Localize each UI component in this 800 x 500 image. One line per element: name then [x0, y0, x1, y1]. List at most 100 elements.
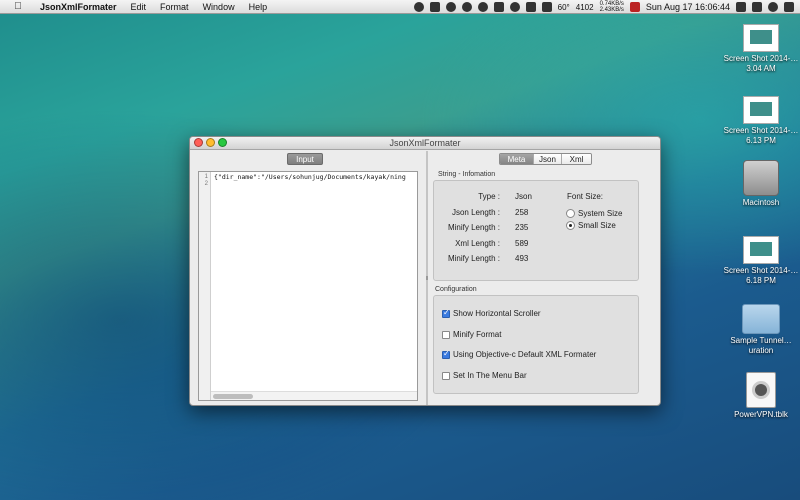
menu-window[interactable]: Window	[203, 2, 235, 12]
menu-bar-checkbox[interactable]: Set In The Menu Bar	[442, 371, 527, 380]
input-pane: Input 1 2 {"dir_name":"/Users/sohunjug/D…	[190, 151, 426, 405]
view-tabs: Meta Json Xml	[499, 153, 592, 165]
info-group-title: String - Infomation	[438, 171, 496, 178]
config-groupbox: Show Horizontal Scroller Minify Format U…	[433, 295, 639, 394]
minify-length-label: Minify Length :	[447, 223, 500, 232]
list-icon[interactable]	[784, 2, 794, 12]
minify-length-value: 235	[515, 223, 529, 232]
json-length-value: 258	[515, 208, 529, 217]
json-length-label: Json Length :	[451, 208, 500, 217]
checkbox-label: Minify Format	[453, 330, 502, 339]
number-readout: 4102	[575, 2, 594, 12]
type-label: Type :	[478, 192, 500, 201]
pane-splitter[interactable]	[426, 151, 428, 405]
window-titlebar[interactable]: JsonXmlFormater	[190, 137, 660, 150]
minify-format-checkbox[interactable]: Minify Format	[442, 330, 501, 339]
folder-icon	[742, 304, 780, 334]
close-icon[interactable]	[194, 138, 203, 147]
menu-format[interactable]: Format	[160, 2, 189, 12]
status-area: 60° 4102 0.74KB/s 2.43KB/s Sun Aug 17 16…	[413, 0, 794, 14]
line-number-gutter: 1 2	[199, 172, 211, 400]
desktop-icon-powervpn[interactable]: PowerVPN.tblk	[721, 372, 800, 420]
radio-label: Small Size	[578, 221, 616, 230]
line-number: 1	[204, 174, 208, 180]
tab-xml[interactable]: Xml	[562, 154, 591, 164]
show-horizontal-scroller-checkbox[interactable]: Show Horizontal Scroller	[442, 308, 541, 318]
clock[interactable]: Sun Aug 17 16:06:44	[646, 2, 730, 12]
scissors-icon[interactable]	[525, 2, 536, 12]
objc-xml-formatter-checkbox[interactable]: Using Objective-c Default XML Formater	[442, 349, 597, 359]
desktop-icon-screenshot-1[interactable]: Screen Shot 2014-…3.04 AM	[721, 24, 800, 74]
desktop-icon-screenshot-2[interactable]: Screen Shot 2014-…6.13 PM	[721, 96, 800, 146]
desktop-icon-macintosh[interactable]: Macintosh	[721, 160, 800, 208]
meta-pane: Meta Json Xml String - Infomation Type :…	[430, 151, 660, 405]
menu-edit[interactable]: Edit	[131, 2, 147, 12]
checkbox-label: Set In The Menu Bar	[453, 371, 527, 380]
screenshot-thumbnail-icon	[743, 236, 779, 264]
desktop-icon-label: Screen Shot 2014-…3.04 AM	[723, 54, 799, 73]
user-icon[interactable]	[752, 2, 762, 12]
menu-app-name[interactable]: JsonXmlFormater	[40, 2, 117, 12]
json-input-editor[interactable]: 1 2 {"dir_name":"/Users/sohunjug/Documen…	[198, 171, 418, 401]
desktop-icon-label: Sample Tunnel…uration	[730, 336, 792, 355]
screenshot-thumbnail-icon	[743, 96, 779, 124]
desktop-icon-screenshot-3[interactable]: Screen Shot 2014-…6.18 PM	[721, 236, 800, 286]
menu-help[interactable]: Help	[249, 2, 268, 12]
xml-length-label: Xml Length :	[455, 239, 500, 248]
desktop-icon-sample-tunnel[interactable]: Sample Tunnel…uration	[721, 304, 800, 356]
desktop-icon-label: Macintosh	[742, 198, 780, 207]
tab-json[interactable]: Json	[534, 154, 562, 164]
radio-circle[interactable]	[566, 209, 575, 218]
radio-label: System Size	[578, 209, 623, 218]
xml-minify-length-value: 493	[515, 254, 529, 263]
bell-icon[interactable]	[413, 2, 424, 12]
net-down-speed: 2.43KB/s	[599, 7, 624, 13]
small-size-radio[interactable]: Small Size	[566, 221, 616, 230]
checkbox-box[interactable]	[442, 371, 450, 380]
checkbox-label: Show Horizontal Scroller	[453, 309, 541, 318]
type-value: Json	[515, 192, 532, 201]
hat-icon[interactable]	[445, 2, 456, 12]
checkbox-box[interactable]	[442, 330, 450, 339]
network-speed[interactable]: 0.74KB/s 2.43KB/s	[600, 1, 624, 13]
cpu-icon[interactable]	[541, 2, 552, 12]
code-line: {"dir_name":"/Users/sohunjug/Documents/k…	[214, 173, 406, 181]
scroll-thumb[interactable]	[213, 394, 253, 399]
refresh-icon[interactable]	[477, 2, 488, 12]
desktop-icon-label: PowerVPN.tblk	[734, 410, 788, 419]
splitter-grip[interactable]	[426, 276, 428, 280]
system-size-radio[interactable]: System Size	[566, 209, 622, 218]
lock-icon[interactable]	[736, 2, 746, 12]
checkbox-box[interactable]	[442, 308, 450, 318]
info-groupbox: Type : Json Json Length : 258 Minify Len…	[433, 180, 639, 281]
window-title: JsonXmlFormater	[389, 138, 461, 148]
dropbox-icon[interactable]	[429, 2, 440, 12]
input-header: Input	[287, 153, 323, 165]
flag-icon[interactable]	[629, 2, 640, 12]
temperature-readout: 60°	[557, 2, 570, 12]
calendar-icon[interactable]	[493, 2, 504, 12]
xml-minify-length-label: Minify Length :	[447, 254, 500, 263]
window-controls	[194, 138, 227, 147]
font-size-label: Font Size:	[567, 192, 604, 201]
line-number: 2	[204, 181, 208, 187]
app-status-icon[interactable]	[461, 2, 472, 12]
config-group-title: Configuration	[435, 286, 477, 293]
tab-meta[interactable]: Meta	[500, 154, 534, 164]
editor-text[interactable]: {"dir_name":"/Users/sohunjug/Documents/k…	[214, 173, 417, 181]
menu-bar:  JsonXmlFormater Edit Format Window Hel…	[0, 0, 800, 14]
radio-circle[interactable]	[566, 221, 575, 230]
xml-length-value: 589	[515, 239, 529, 248]
desktop-icon-label: Screen Shot 2014-…6.13 PM	[723, 126, 799, 145]
screenshot-thumbnail-icon	[743, 24, 779, 52]
minimize-icon[interactable]	[206, 138, 215, 147]
apple-menu-icon[interactable]: 	[10, 1, 26, 12]
desktop-icon-label: Screen Shot 2014-…6.18 PM	[723, 266, 799, 285]
checkbox-box[interactable]	[442, 349, 450, 359]
ghost-icon[interactable]	[768, 2, 778, 12]
maximize-icon[interactable]	[218, 138, 227, 147]
app-window: JsonXmlFormater Input 1 2 {"dir_name":"/…	[189, 136, 661, 406]
horizontal-scrollbar[interactable]	[211, 391, 417, 400]
checkbox-label: Using Objective-c Default XML Formater	[453, 350, 597, 359]
chat-icon[interactable]	[509, 2, 520, 12]
